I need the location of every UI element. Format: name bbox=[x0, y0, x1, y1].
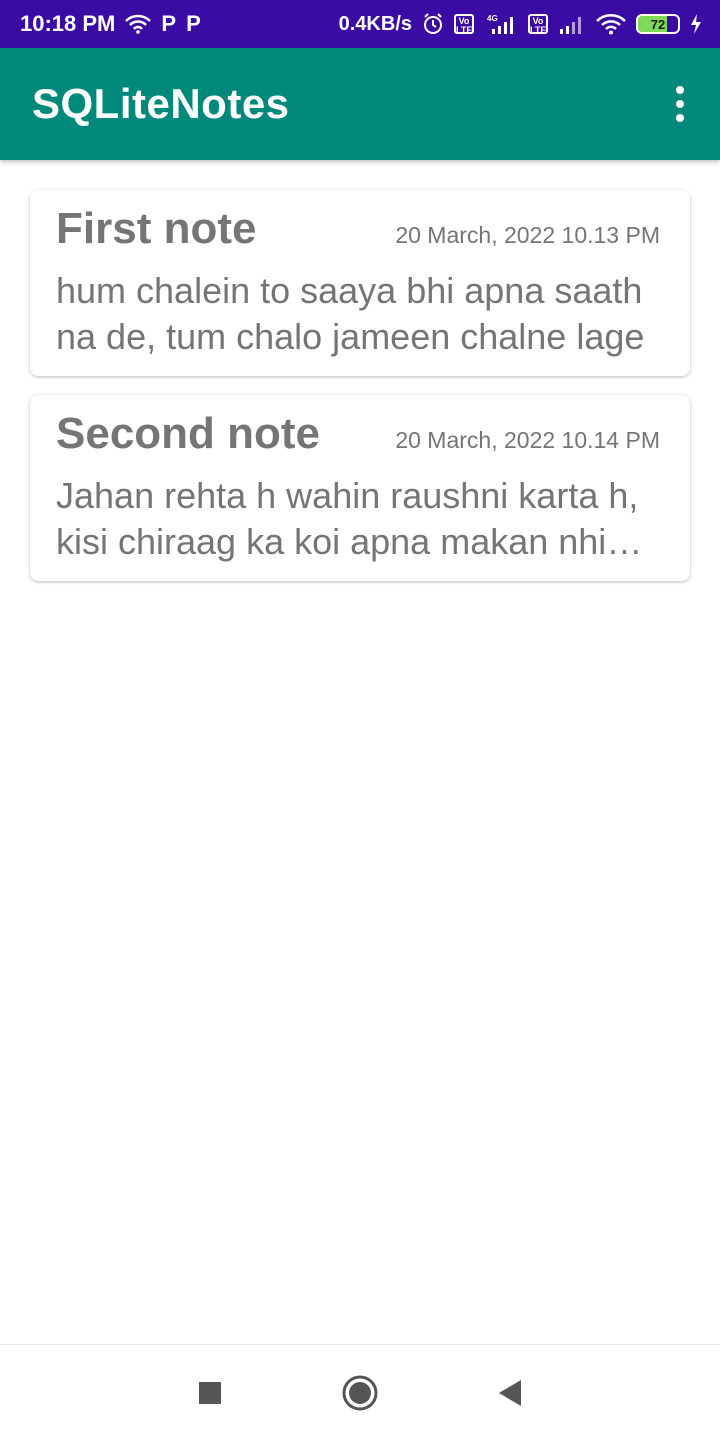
volte-badge: Vo LTE bbox=[454, 14, 474, 35]
note-date: 20 March, 2022 10.13 PM bbox=[395, 222, 660, 248]
note-header: First note 20 March, 2022 10.13 PM bbox=[56, 204, 660, 254]
signal-icon: 4G bbox=[484, 13, 518, 35]
net-speed: 0.4KB/s bbox=[338, 12, 412, 35]
navigation-bar bbox=[0, 1344, 720, 1440]
note-title: First note bbox=[56, 204, 257, 253]
status-time: 10:18 PM bbox=[20, 11, 116, 36]
notes-list: First note 20 March, 2022 10.13 PM hum c… bbox=[30, 190, 690, 600]
status-left: 10:18 PM P P bbox=[20, 11, 201, 37]
menu-dot bbox=[676, 86, 684, 94]
status-right: 0.4KB/s Vo LTE 4G Vo LTE 72 bbox=[339, 13, 702, 36]
overflow-menu-icon[interactable] bbox=[660, 76, 700, 132]
app-bar: SQLiteNotes bbox=[0, 48, 720, 160]
note-body: Jahan rehta h wahin raushni karta h, kis… bbox=[56, 475, 639, 562]
back-icon[interactable] bbox=[480, 1363, 540, 1423]
notification-p-icon: P bbox=[161, 11, 177, 36]
wifi-icon bbox=[596, 13, 626, 35]
menu-dot bbox=[676, 100, 684, 108]
alarm-icon bbox=[422, 13, 444, 35]
menu-dot bbox=[676, 114, 684, 122]
wifi-icon bbox=[125, 14, 152, 34]
recents-icon[interactable] bbox=[180, 1363, 240, 1423]
signal-icon bbox=[558, 13, 586, 35]
note-body: hum chalein to saaya bhi apna saath na d… bbox=[56, 270, 645, 357]
note-title: Second note bbox=[56, 409, 321, 458]
note-card[interactable]: Second note 20 March, 2022 10.14 PM Jaha… bbox=[30, 395, 690, 581]
volte-badge: Vo LTE bbox=[528, 14, 548, 35]
charging-icon bbox=[690, 14, 702, 34]
app-title: SQLiteNotes bbox=[32, 80, 290, 127]
note-header: Second note 20 March, 2022 10.14 PM bbox=[56, 409, 660, 459]
network-type: 4G bbox=[487, 14, 498, 23]
status-bar: 10:18 PM P P 0.4KB/s Vo LTE 4G Vo LTE 72 bbox=[0, 0, 720, 48]
notification-p-icon: P bbox=[186, 11, 201, 36]
battery-level: 72 bbox=[636, 14, 680, 34]
note-card[interactable]: First note 20 March, 2022 10.13 PM hum c… bbox=[30, 190, 690, 376]
note-date: 20 March, 2022 10.14 PM bbox=[395, 427, 660, 453]
home-icon[interactable] bbox=[330, 1363, 390, 1423]
